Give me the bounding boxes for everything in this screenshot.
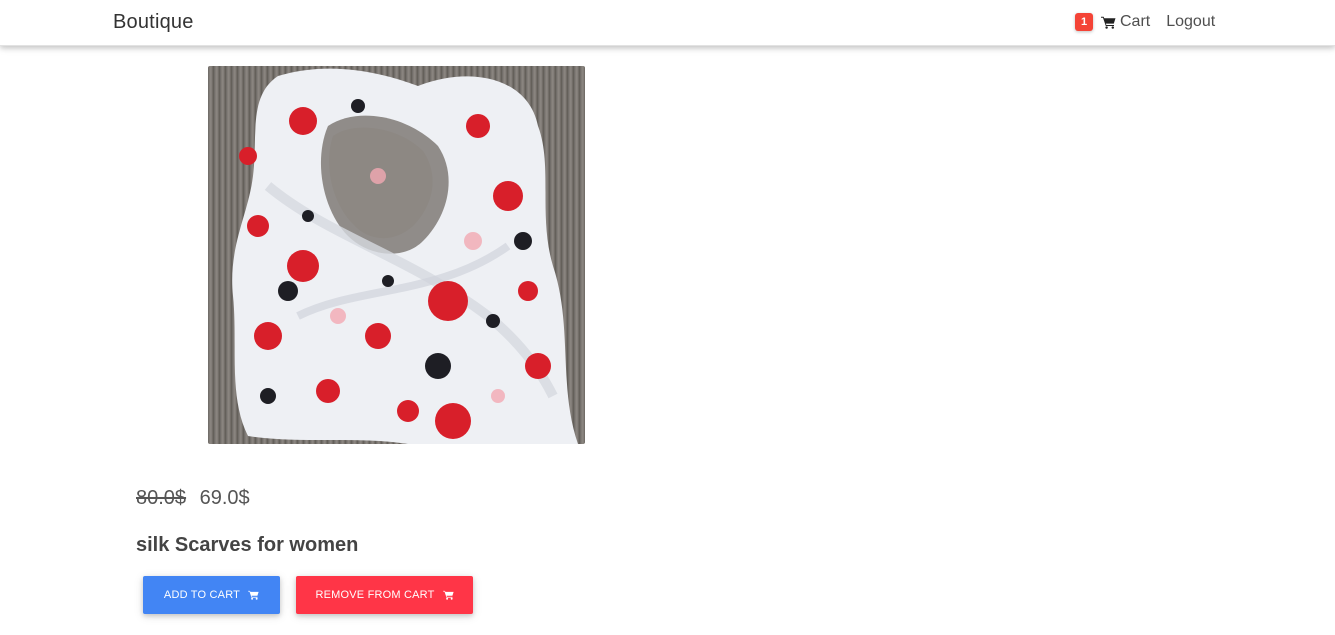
cart-link[interactable]: Cart	[1101, 13, 1150, 31]
add-to-cart-label: ADD TO CART	[163, 589, 241, 601]
navbar: Boutique 1 Cart Logout	[0, 0, 1335, 46]
add-to-cart-button[interactable]: ADD TO CART	[143, 576, 280, 614]
logout-link[interactable]: Logout	[1166, 13, 1215, 31]
product-image	[208, 66, 585, 444]
cart-count-badge: 1	[1075, 13, 1093, 31]
shopping-cart-icon	[248, 590, 259, 600]
old-price: 80.0$	[136, 487, 187, 509]
price-row: 80.0$ 69.0$	[136, 487, 250, 510]
current-price: 69.0$	[199, 487, 250, 509]
remove-from-cart-label: REMOVE FROM CART	[315, 589, 435, 601]
nav-right: 1 Cart Logout	[1075, 12, 1215, 32]
shopping-cart-icon	[1101, 16, 1116, 29]
product-title: silk Scarves for women	[136, 534, 359, 556]
cart-link-label: Cart	[1120, 13, 1151, 30]
shopping-cart-icon	[442, 590, 454, 600]
brand-logo[interactable]: Boutique	[113, 11, 194, 34]
remove-from-cart-button[interactable]: REMOVE FROM CART	[296, 576, 473, 614]
